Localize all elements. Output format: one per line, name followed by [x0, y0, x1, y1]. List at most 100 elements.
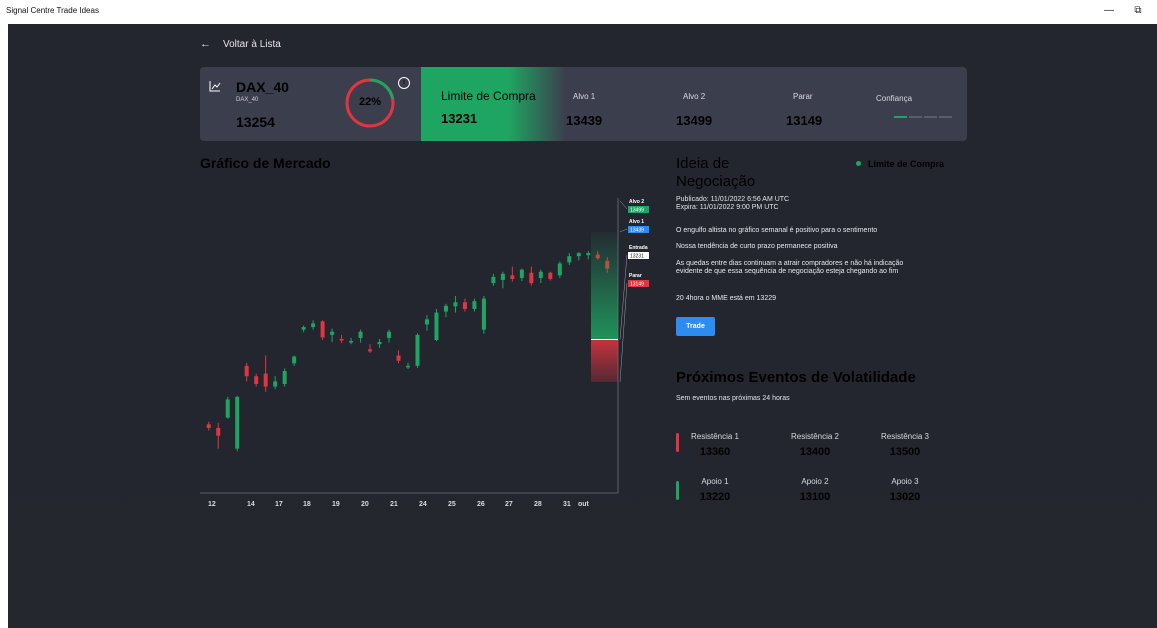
x-tick-label: 17 [275, 501, 283, 508]
resistance-1-label: Resistência 1 [690, 432, 740, 441]
info-icon[interactable]: i [398, 77, 410, 89]
window-titlebar: Signal Centre Trade Ideas — ⧉ [0, 0, 1157, 24]
x-tick-label: out [578, 501, 590, 508]
candle-body [349, 341, 354, 343]
published-date: Publicado: 11/01/2022 6:56 AM UTC [676, 196, 790, 203]
target-2-value: 13499 [676, 113, 713, 128]
candle-body [320, 321, 325, 338]
resistance-3-label: Resistência 3 [880, 432, 930, 441]
expiry-date: Expira: 11/01/2022 9:00 PM UTC [676, 204, 779, 211]
back-to-list-link[interactable]: ← Voltar à Lista [200, 38, 281, 50]
resistance-2-label: Resistência 2 [790, 432, 840, 441]
candle-body [538, 271, 543, 278]
candle-body [311, 323, 316, 328]
x-tick-label: 21 [390, 501, 398, 508]
resistance-marker [676, 433, 679, 452]
level-value: 13439 [630, 228, 644, 234]
x-tick-label: 20 [361, 501, 369, 508]
candle-body [254, 376, 259, 384]
candle-body [358, 331, 363, 338]
candle-body [529, 272, 534, 284]
level-value: 13231 [630, 254, 644, 260]
candle-body [443, 305, 448, 312]
candle-body [406, 365, 410, 368]
level-value: 13499 [630, 208, 644, 214]
support-3: Apoio 3 13020 [870, 477, 940, 503]
resistance-2-value: 13400 [799, 446, 831, 458]
candle-body [244, 365, 249, 377]
candle-body [548, 272, 553, 279]
trade-idea-signal-label: Limite de Compra [868, 159, 945, 169]
level-connector [619, 228, 628, 233]
support-2-label: Apoio 2 [801, 477, 829, 486]
idea-paragraph-3: As quedas entre dias continuam a atrair … [676, 260, 904, 275]
candle-body [339, 338, 344, 341]
support-2-value: 13100 [799, 491, 831, 503]
resistance-3: Resistência 3 13500 [870, 432, 940, 458]
candle-body [301, 327, 306, 330]
x-tick-label: 27 [505, 501, 513, 508]
restore-button[interactable]: ⧉ [1129, 3, 1147, 19]
trade-button[interactable]: Trade [676, 317, 715, 336]
gauge-percent: 22% [358, 96, 382, 108]
instrument-subtitle: DAX_40 [236, 97, 259, 103]
support-3-value: 13020 [889, 491, 921, 503]
signal-block: Limite de Compra 13231 [421, 67, 566, 141]
signal-dot-icon [856, 161, 861, 166]
candle-body [567, 256, 572, 263]
trade-idea-title: Ideia de Negociação [676, 155, 756, 190]
confidence-segment [909, 116, 922, 118]
x-tick-label: 28 [534, 501, 542, 508]
candle-body [273, 381, 278, 387]
instrument-price: 13254 [236, 114, 275, 130]
signal-value: 13231 [441, 111, 478, 126]
candle-body [453, 302, 458, 307]
level-name: Alvo 2 [629, 199, 644, 205]
market-chart-title: Gráfico de Mercado [200, 155, 331, 171]
signal-label: Limite de Compra [441, 89, 536, 103]
candle-body [292, 356, 297, 364]
x-tick-label: 24 [419, 501, 427, 508]
candle-body [415, 334, 420, 366]
line-chart-icon [209, 81, 221, 92]
resistance-3-value: 13500 [889, 446, 921, 458]
candle-body [377, 342, 382, 345]
confidence-segment [894, 116, 907, 118]
target-1-label: Alvo 1 [573, 92, 596, 101]
candle-body [282, 371, 287, 384]
support-1-label: Apoio 1 [701, 477, 729, 486]
resistance-1-value: 13360 [699, 446, 731, 458]
level-connector [619, 200, 628, 210]
market-chart: 12 14 17 18 19 20 21 24 25 26 27 28 31 out Alvo 2 13499… [200, 198, 649, 508]
level-value: 13149 [630, 282, 644, 288]
candle-body [500, 273, 505, 280]
support-2: Apoio 2 13100 [780, 477, 850, 503]
candle-body [235, 396, 240, 449]
support-marker [676, 481, 679, 500]
x-tick-label: 19 [332, 501, 340, 508]
instrument-symbol: DAX_40 [236, 79, 289, 95]
profit-zone [591, 231, 618, 340]
x-tick-label: 25 [448, 501, 456, 508]
idea-paragraph-4: 20 4hora o MME está em 13229 [676, 295, 777, 302]
trade-idea-signal: Limite de Compra [856, 159, 944, 169]
confidence-gauge: 22% [343, 76, 397, 130]
x-tick-label: 18 [303, 501, 311, 508]
instrument-summary-card: DAX_40 DAX_40 13254 22% i Limite de Comp… [200, 67, 967, 141]
x-tick-label: 14 [247, 501, 255, 508]
candle-body [491, 276, 496, 284]
resistance-1: Resistência 1 13360 [680, 432, 750, 458]
volatility-title: Próximos Eventos de Volatilidade [676, 369, 916, 386]
candle-body [434, 312, 439, 340]
support-3-label: Apoio 3 [891, 477, 919, 486]
volatility-subtitle: Sem eventos nas próximas 24 horas [676, 395, 790, 402]
minimize-button[interactable]: — [1100, 3, 1118, 19]
candle-body [462, 302, 467, 309]
level-name: Parar [629, 273, 642, 279]
x-tick-label: 12 [208, 501, 216, 508]
candle-body [586, 253, 591, 256]
support-1: Apoio 1 13220 [680, 477, 750, 503]
x-tick-label: 31 [563, 501, 571, 508]
candle-body [472, 301, 477, 309]
candle-body [330, 331, 335, 335]
